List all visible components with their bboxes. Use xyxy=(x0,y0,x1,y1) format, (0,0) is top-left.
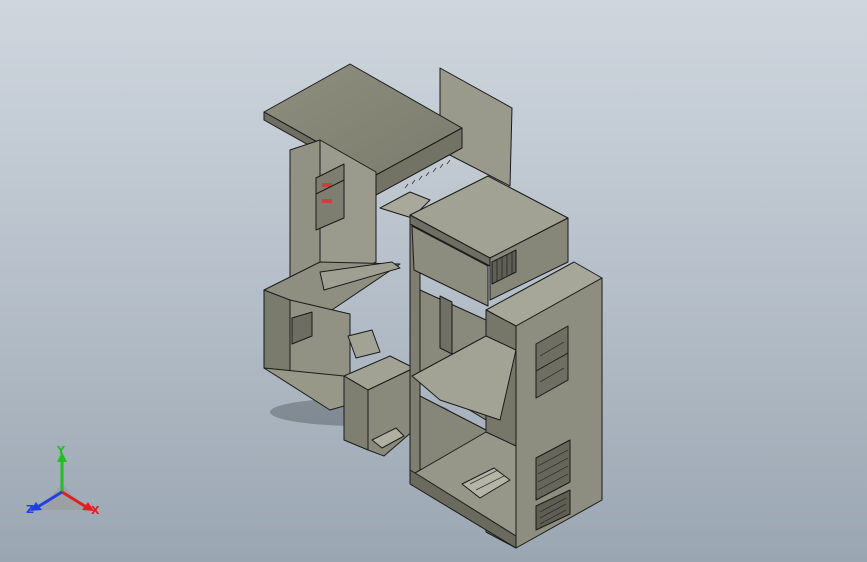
mid-right-door xyxy=(439,295,453,355)
x-axis-label: X xyxy=(91,504,100,517)
window-mark-2 xyxy=(322,199,332,203)
lower-left-front xyxy=(263,289,291,379)
reference-triad: Y X Z xyxy=(20,444,110,528)
y-axis-label: Y xyxy=(57,444,65,457)
building-model[interactable] xyxy=(0,0,867,562)
z-axis-label: Z xyxy=(26,503,34,516)
lower-left-desk xyxy=(347,329,381,359)
graphics-viewport[interactable]: Y X Z xyxy=(0,0,867,562)
